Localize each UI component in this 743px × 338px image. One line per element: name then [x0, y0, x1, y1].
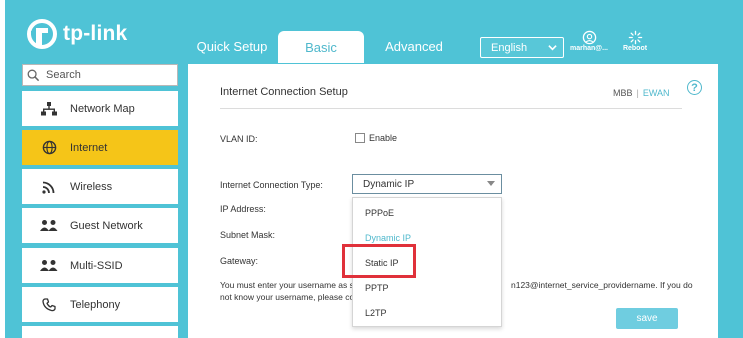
- static-ip-highlight-box: [342, 244, 416, 278]
- logo-text: tp-link: [63, 22, 128, 45]
- sidebar-item-label: Multi-SSID: [70, 259, 123, 272]
- gateway-label: Gateway:: [220, 256, 259, 266]
- ip-address-label: IP Address:: [220, 204, 266, 214]
- reboot-label: Reboot: [622, 45, 648, 52]
- tp-link-logo-icon: [27, 19, 57, 49]
- search-icon: [27, 69, 40, 81]
- connection-type-select[interactable]: Dynamic IP: [352, 174, 502, 194]
- option-pptp[interactable]: PPTP: [365, 283, 389, 293]
- reboot-icon: [628, 30, 642, 45]
- guest-network-icon: [40, 219, 58, 233]
- content-panel: Internet Connection Setup MBB | EWAN ? VLA…: [188, 64, 718, 338]
- sidebar-item-multi-ssid[interactable]: Multi-SSID: [22, 248, 178, 283]
- connection-type-label: Internet Connection Type:: [220, 180, 323, 190]
- sidebar-item-wireless[interactable]: Wireless: [22, 169, 178, 204]
- tab-quick-setup[interactable]: Quick Setup: [193, 30, 271, 62]
- sidebar-item-label: Guest Network: [70, 219, 143, 232]
- sidebar-item-next[interactable]: [22, 326, 178, 338]
- tab-label: Quick Setup: [196, 38, 268, 54]
- title-divider: [220, 108, 682, 109]
- sidebar-item-label: Wireless: [70, 180, 113, 193]
- sidebar-item-label: Internet: [70, 141, 108, 154]
- sidebar-item-label: Telephony: [70, 298, 121, 311]
- option-dynamic-ip[interactable]: Dynamic IP: [365, 233, 411, 243]
- wifi-icon: [40, 180, 58, 194]
- chevron-down-icon: [548, 45, 557, 51]
- help-note-line2: not know your username, please co: [220, 292, 355, 302]
- help-note-line1-b: n123@internet_service_providername. If y…: [511, 280, 693, 290]
- dropdown-arrow-icon: [487, 181, 495, 186]
- search-placeholder: Search: [46, 69, 81, 81]
- search-box[interactable]: Search: [22, 64, 178, 86]
- tab-label: Advanced: [385, 38, 443, 54]
- vlan-enable-checkbox[interactable]: [355, 133, 365, 143]
- tp-link-logo: tp-link: [27, 18, 127, 50]
- sidebar-item-label: Network Map: [70, 102, 135, 115]
- phone-icon: [40, 297, 58, 312]
- mode-separator: |: [636, 88, 639, 98]
- multi-ssid-icon: [40, 259, 58, 273]
- help-note-line1-a: You must enter your username as s: [220, 280, 354, 290]
- globe-icon: [40, 140, 58, 155]
- mode-mbb-link[interactable]: MBB: [613, 88, 633, 98]
- mode-ewan-link[interactable]: EWAN: [643, 88, 670, 98]
- network-map-icon: [40, 101, 58, 116]
- page-title: Internet Connection Setup: [220, 86, 348, 98]
- save-button[interactable]: save: [616, 308, 678, 329]
- tab-label: Basic: [305, 39, 337, 55]
- language-value: English: [491, 41, 528, 54]
- connection-type-value: Dynamic IP: [363, 178, 415, 190]
- mode-switch: MBB | EWAN: [613, 88, 670, 98]
- user-label: marhan@...: [570, 45, 608, 52]
- help-icon[interactable]: ?: [687, 80, 702, 95]
- router-admin-frame: tp-link Quick Setup Basic Advanced Engli…: [5, 0, 743, 338]
- option-pppoe[interactable]: PPPoE: [365, 208, 394, 218]
- option-l2tp[interactable]: L2TP: [365, 308, 387, 318]
- user-icon: [582, 30, 596, 45]
- tab-advanced[interactable]: Advanced: [375, 30, 453, 62]
- user-account-button[interactable]: marhan@...: [567, 30, 611, 52]
- sidebar-item-network-map[interactable]: Network Map: [22, 91, 178, 126]
- subnet-mask-label: Subnet Mask:: [220, 230, 276, 240]
- reboot-button[interactable]: Reboot: [617, 30, 653, 52]
- sidebar-item-internet[interactable]: Internet: [22, 130, 178, 165]
- vlan-id-label: VLAN ID:: [220, 134, 258, 144]
- tab-basic[interactable]: Basic: [278, 31, 364, 63]
- vlan-enable-label: Enable: [369, 133, 398, 143]
- language-select[interactable]: English: [480, 37, 564, 58]
- sidebar-item-telephony[interactable]: Telephony: [22, 287, 178, 322]
- sidebar-item-guest-network[interactable]: Guest Network: [22, 208, 178, 243]
